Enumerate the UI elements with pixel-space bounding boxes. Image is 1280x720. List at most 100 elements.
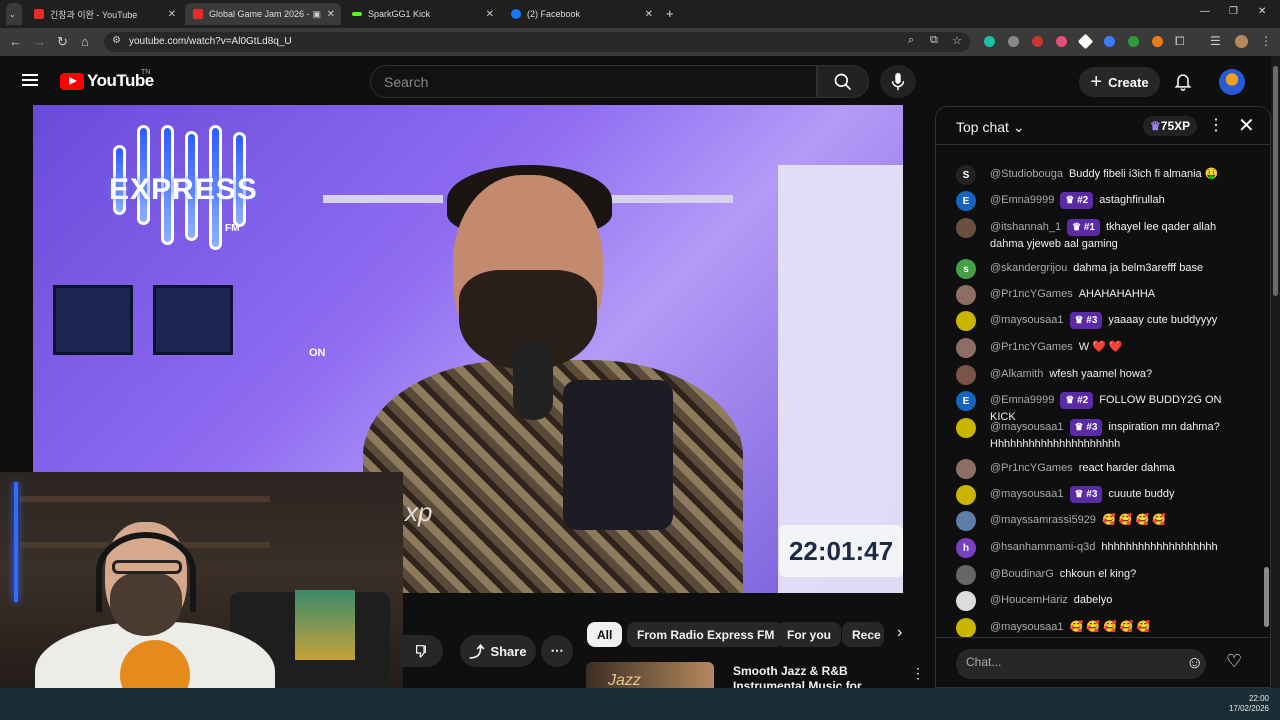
chat-author-name[interactable]: @skandergrijou <box>990 262 1067 274</box>
chat-author-name[interactable]: @HoucemHariz <box>990 594 1068 606</box>
url-text[interactable]: youtube.com/watch?v=Al0GtLd8q_U <box>129 36 292 47</box>
close-window-icon[interactable]: ✕ <box>1258 6 1266 17</box>
extension-icon[interactable] <box>1056 36 1067 47</box>
install-icon[interactable]: ⧉ <box>930 34 938 47</box>
chat-menu-icon[interactable]: ⋮ <box>1208 115 1224 135</box>
recommendation-menu-icon[interactable]: ⋮ <box>911 665 925 682</box>
chat-author-avatar[interactable]: s <box>956 259 976 279</box>
share-button[interactable]: ⤴ Share <box>460 635 536 667</box>
chat-author-avatar[interactable] <box>956 218 976 238</box>
chat-author-avatar[interactable]: S <box>956 165 976 185</box>
extension-icon[interactable] <box>1032 36 1043 47</box>
taskbar-clock[interactable]: 22:00 17/02/2026 <box>1229 694 1269 714</box>
browser-menu-icon[interactable]: ⋮ <box>1260 34 1272 48</box>
site-info-icon[interactable]: ⚙ <box>112 35 121 46</box>
search-input[interactable] <box>384 72 804 92</box>
chat-author-name[interactable]: @Pr1ncYGames <box>990 341 1073 353</box>
chat-author-avatar[interactable] <box>956 285 976 305</box>
chat-author-name[interactable]: @Emna9999 <box>990 394 1054 406</box>
omnibox[interactable]: ⚙ youtube.com/watch?v=Al0GtLd8q_U ⌕ ⧉ ☆ <box>104 32 970 52</box>
chat-author-name[interactable]: @Emna9999 <box>990 194 1054 206</box>
chat-author-name[interactable]: @Pr1ncYGames <box>990 462 1073 474</box>
chat-author-name[interactable]: @maysousaa1 <box>990 621 1064 633</box>
emoji-icon[interactable]: ☺ <box>1186 653 1203 673</box>
chat-author-name[interactable]: @itshannah_1 <box>990 221 1061 233</box>
chat-author-name[interactable]: @maysousaa1 <box>990 314 1064 326</box>
chat-author-avatar[interactable]: E <box>956 191 976 211</box>
search-box[interactable] <box>370 65 817 98</box>
more-actions-button[interactable]: ⋯ <box>541 635 573 667</box>
chat-scroll-thumb[interactable] <box>1264 567 1269 627</box>
chip-recent[interactable]: Rece <box>842 622 884 647</box>
tab-4[interactable]: (2) Facebook ✕ <box>503 3 659 25</box>
chat-author-name[interactable]: @Alkamith <box>990 368 1043 380</box>
back-icon[interactable]: ← <box>9 34 22 49</box>
chat-author-avatar[interactable] <box>956 365 976 385</box>
media-icon[interactable]: ▣ <box>312 9 321 20</box>
notifications-bell-icon[interactable] <box>1173 71 1193 91</box>
tab-3[interactable]: SparkGG1 Kick ✕ <box>344 3 500 25</box>
chat-author-name[interactable]: @maysousaa1 <box>990 421 1064 433</box>
search-button[interactable] <box>817 65 869 98</box>
close-tab-icon[interactable]: ✕ <box>645 9 653 20</box>
chat-scrollbar[interactable] <box>1262 147 1270 637</box>
chat-author-avatar[interactable] <box>956 459 976 479</box>
chat-author-avatar[interactable] <box>956 485 976 505</box>
close-tab-icon[interactable]: ✕ <box>486 9 494 20</box>
chip-all[interactable]: All <box>587 622 623 647</box>
tab-2-active[interactable]: Global Game Jam 2026 - YouTube ▣ ✕ <box>185 3 341 25</box>
reload-icon[interactable]: ↻ <box>57 34 68 50</box>
chat-author-avatar[interactable] <box>956 618 976 637</box>
minimize-icon[interactable]: — <box>1200 6 1210 17</box>
account-avatar[interactable] <box>1219 69 1245 95</box>
voice-search-button[interactable] <box>880 65 916 98</box>
chat-author-avatar[interactable] <box>956 511 976 531</box>
chat-author-avatar[interactable] <box>956 591 976 611</box>
extension-icon[interactable] <box>1128 36 1139 47</box>
new-tab-icon[interactable]: + <box>666 6 674 21</box>
extension-icon[interactable] <box>1077 33 1094 50</box>
tab-list-button[interactable]: ⌄ <box>6 3 22 25</box>
chat-author-avatar[interactable] <box>956 311 976 331</box>
chip-for-you[interactable]: For you <box>777 622 841 647</box>
chat-author-name[interactable]: @hsanhammami-q3d <box>990 541 1095 553</box>
restore-icon[interactable]: ❐ <box>1229 6 1238 17</box>
chat-author-name[interactable]: @BoudinarG <box>990 568 1054 580</box>
extension-icon[interactable] <box>1104 36 1115 47</box>
dislike-button[interactable] <box>401 635 443 667</box>
extension-icon[interactable] <box>984 36 995 47</box>
youtube-logo-icon[interactable] <box>60 73 84 90</box>
chip-from-channel[interactable]: From Radio Express FM <box>627 622 785 647</box>
page-scroll-thumb[interactable] <box>1273 66 1278 296</box>
page-scrollbar[interactable] <box>1271 56 1280 688</box>
tab-1[interactable]: 긴장과 이완 - YouTube ✕ <box>26 3 182 25</box>
close-chat-icon[interactable]: ✕ <box>1238 113 1255 138</box>
extension-icon[interactable] <box>1008 36 1019 47</box>
chat-author-name[interactable]: @maysousaa1 <box>990 488 1064 500</box>
chat-author-name[interactable]: @mayssamrassi5929 <box>990 514 1096 526</box>
bookmark-star-icon[interactable]: ☆ <box>952 34 962 47</box>
chat-author-name[interactable]: @Pr1ncYGames <box>990 288 1073 300</box>
reading-list-icon[interactable]: ☰ <box>1210 34 1221 48</box>
chat-input-box[interactable] <box>956 649 1206 679</box>
create-button[interactable]: + Create <box>1079 67 1160 97</box>
extensions-puzzle-icon[interactable]: ⧠ <box>1175 34 1185 49</box>
close-tab-icon[interactable]: ✕ <box>168 9 176 20</box>
chat-mode-selector[interactable]: Top chat ⌄ <box>956 119 1025 136</box>
chat-author-name[interactable]: @Studiobouga <box>990 168 1063 180</box>
chat-author-avatar[interactable]: E <box>956 391 976 411</box>
chat-author-avatar[interactable]: h <box>956 538 976 558</box>
xp-badge[interactable]: ♛75XP <box>1143 116 1198 136</box>
chat-author-avatar[interactable] <box>956 565 976 585</box>
zoom-icon[interactable]: ⌕ <box>908 34 914 47</box>
profile-avatar-icon[interactable] <box>1235 35 1248 48</box>
chat-input[interactable] <box>966 655 1166 669</box>
chat-author-avatar[interactable] <box>956 338 976 358</box>
forward-icon[interactable]: → <box>33 34 46 49</box>
close-tab-icon[interactable]: ✕ <box>327 9 335 20</box>
chevron-right-icon[interactable]: › <box>897 624 902 642</box>
extension-icon[interactable] <box>1152 36 1163 47</box>
chat-author-avatar[interactable] <box>956 418 976 438</box>
hamburger-menu-icon[interactable] <box>22 74 38 86</box>
heart-icon[interactable]: ♡ <box>1226 651 1242 672</box>
